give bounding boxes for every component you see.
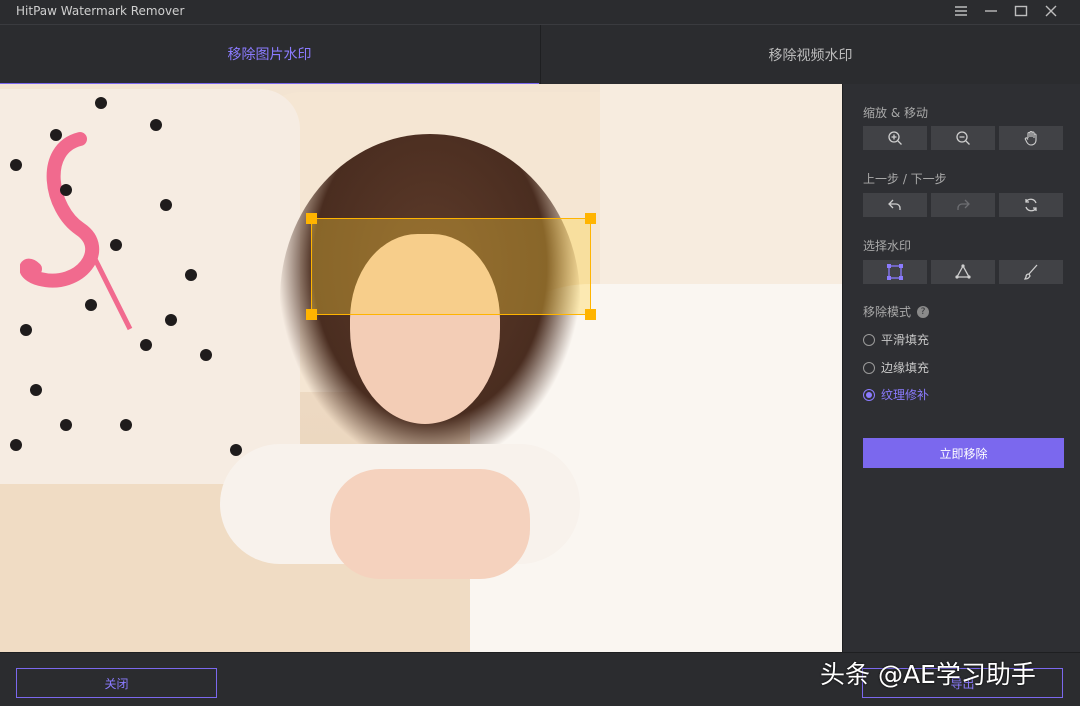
hands — [330, 469, 530, 579]
tab-image-watermark[interactable]: 移除图片水印 — [0, 25, 539, 85]
select-tools — [863, 260, 1064, 284]
reset-icon[interactable] — [999, 193, 1063, 217]
tab-video-watermark[interactable]: 移除视频水印 — [540, 25, 1080, 85]
close-button[interactable]: 关闭 — [16, 668, 217, 698]
polka-dot-pillow — [0, 89, 300, 484]
history-tools — [863, 193, 1064, 217]
zoom-in-icon[interactable] — [863, 126, 927, 150]
mode-option-smooth-fill[interactable]: 平滑填充 — [863, 331, 929, 348]
brush-icon[interactable] — [999, 260, 1063, 284]
overlay-watermark-text: 头条 @AE学习助手 — [820, 660, 1036, 689]
watermark-selection-box[interactable] — [306, 213, 596, 320]
mode-tabs: 移除图片水印 移除视频水印 — [0, 24, 1080, 85]
mode-option-label: 边缘填充 — [881, 361, 930, 375]
undo-icon[interactable] — [863, 193, 927, 217]
polygon-select-icon[interactable] — [931, 260, 995, 284]
rectangle-select-icon[interactable] — [863, 260, 927, 284]
zoom-out-icon[interactable] — [931, 126, 995, 150]
image-canvas[interactable] — [0, 84, 842, 652]
resize-handle-top-right[interactable] — [585, 213, 596, 224]
resize-handle-bottom-left[interactable] — [306, 309, 317, 320]
mode-option-label: 纹理修补 — [881, 388, 930, 402]
tools-panel: 缩放 & 移动 上一步 / 下一步 选择水印 移除模式 ? 平滑填充 边缘填充 … — [842, 84, 1080, 652]
flamingo-graphic — [20, 132, 133, 331]
title-bar: HitPaw Watermark Remover — [0, 0, 1080, 24]
select-watermark-label: 选择水印 — [863, 239, 912, 253]
zoom-move-label: 缩放 & 移动 — [863, 106, 928, 120]
mode-option-label: 平滑填充 — [881, 333, 930, 347]
radio-button[interactable] — [863, 361, 875, 374]
mode-option-edge-fill[interactable]: 边缘填充 — [863, 359, 929, 376]
hand-icon[interactable] — [999, 126, 1063, 150]
close-icon[interactable] — [1036, 0, 1066, 22]
maximize-icon[interactable] — [1006, 0, 1036, 22]
radio-button[interactable] — [863, 333, 875, 346]
help-icon[interactable]: ? — [917, 305, 930, 318]
undo-redo-label: 上一步 / 下一步 — [863, 172, 947, 186]
menu-icon[interactable] — [946, 0, 976, 22]
removal-mode-label: 移除模式 ? — [863, 303, 930, 320]
app-title: HitPaw Watermark Remover — [16, 4, 185, 18]
resize-handle-bottom-right[interactable] — [585, 309, 596, 320]
removal-mode-text: 移除模式 — [863, 305, 912, 319]
resize-handle-top-left[interactable] — [306, 213, 317, 224]
redo-icon[interactable] — [931, 193, 995, 217]
remove-now-button[interactable]: 立即移除 — [863, 438, 1064, 468]
zoom-tools — [863, 126, 1064, 150]
mode-option-texture-repair[interactable]: 纹理修补 — [863, 386, 929, 403]
radio-button-selected[interactable] — [863, 388, 875, 401]
minimize-icon[interactable] — [976, 0, 1006, 22]
